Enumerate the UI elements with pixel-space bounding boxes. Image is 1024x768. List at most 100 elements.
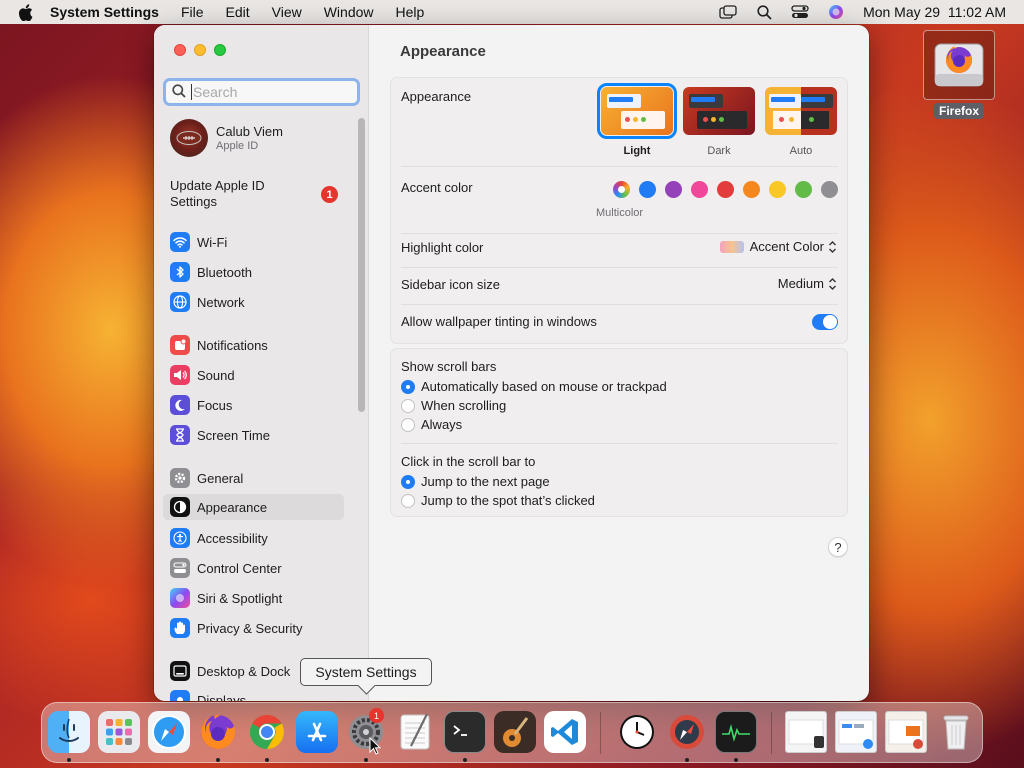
sidebar-item-label: Appearance xyxy=(197,499,268,515)
menu-file[interactable]: File xyxy=(181,4,204,20)
menu-view[interactable]: View xyxy=(272,4,302,20)
sidebar-item-appearance[interactable]: Appearance xyxy=(163,494,344,520)
sidebar-item-label: Focus xyxy=(197,397,233,413)
dock-recent-window-2[interactable] xyxy=(835,711,877,753)
radio-button[interactable] xyxy=(401,474,415,489)
dock-safari-icon[interactable] xyxy=(148,711,190,753)
dock-recent-window-1[interactable] xyxy=(785,711,827,753)
radio-scroll-when-scrolling[interactable]: When scrolling xyxy=(401,398,506,413)
dock-finder-icon[interactable] xyxy=(48,711,90,753)
dock-vscode-icon[interactable] xyxy=(544,711,586,753)
sidebar-item-network[interactable]: Network xyxy=(163,289,344,315)
radio-button[interactable] xyxy=(401,417,415,432)
highlight-color-value: Accent Color xyxy=(749,239,824,254)
sidebar-item-focus[interactable]: Focus xyxy=(163,392,344,418)
sidebar-item-control-center[interactable]: Control Center xyxy=(163,555,344,581)
minimize-window-button[interactable] xyxy=(194,44,206,56)
dock-separator xyxy=(600,712,601,754)
dock-chrome-icon[interactable] xyxy=(246,711,288,753)
dock: 1 xyxy=(41,702,983,763)
divider xyxy=(401,304,838,305)
menu-help[interactable]: Help xyxy=(396,4,425,20)
desktop-firefox-drive[interactable]: Firefox xyxy=(923,30,995,119)
wallpaper-tinting-toggle[interactable] xyxy=(812,314,838,330)
menu-bar-clock[interactable]: Mon May 29 11:02 AM xyxy=(863,4,1006,20)
radio-jump-spot-clicked[interactable]: Jump to the spot that’s clicked xyxy=(401,493,595,508)
spotlight-search-icon[interactable] xyxy=(755,4,773,20)
sidebar-item-displays[interactable]: Displays xyxy=(163,687,344,701)
dock-tooltip: System Settings xyxy=(300,658,432,686)
accent-selected-name: Multicolor xyxy=(596,207,644,219)
appearance-option-dark[interactable]: Dark xyxy=(683,87,755,157)
menu-edit[interactable]: Edit xyxy=(226,4,250,20)
zoom-window-button[interactable] xyxy=(214,44,226,56)
menu-app-name[interactable]: System Settings xyxy=(50,4,159,20)
sidebar-item-label: Displays xyxy=(197,692,247,702)
accent-purple[interactable] xyxy=(665,181,682,198)
dock-terminal-icon[interactable] xyxy=(444,711,486,753)
menu-window[interactable]: Window xyxy=(324,4,374,20)
dock-garageband-icon[interactable] xyxy=(494,711,536,753)
dock-running-indicator xyxy=(463,758,467,762)
sidebar-item-bluetooth[interactable]: Bluetooth xyxy=(163,259,344,285)
appearance-icon xyxy=(170,497,190,517)
dock-trash-icon[interactable] xyxy=(935,711,977,753)
sidebar-item-notifications[interactable]: Notifications xyxy=(163,332,344,358)
highlight-color-popup[interactable]: Accent Color xyxy=(719,239,837,254)
dock-running-indicator xyxy=(216,758,220,762)
accent-red[interactable] xyxy=(717,181,734,198)
accent-orange[interactable] xyxy=(743,181,760,198)
apple-menu-icon[interactable] xyxy=(18,3,34,21)
hourglass-icon xyxy=(170,425,190,445)
avatar xyxy=(170,119,208,157)
profile-subtitle: Apple ID xyxy=(216,140,259,152)
light-mode-preview xyxy=(597,83,677,139)
accent-pink[interactable] xyxy=(691,181,708,198)
sidebar-item-accessibility[interactable]: Accessibility xyxy=(163,525,344,551)
radio-button[interactable] xyxy=(401,493,415,508)
appearance-option-light[interactable]: Light xyxy=(597,83,677,157)
sidebar-scrollbar[interactable] xyxy=(358,118,365,412)
help-button[interactable]: ? xyxy=(828,537,848,557)
accent-green[interactable] xyxy=(795,181,812,198)
apple-id-profile[interactable]: Calub Viem Apple ID xyxy=(170,119,283,157)
sidebar-item-privacy-security[interactable]: Privacy & Security xyxy=(163,615,344,641)
sidebar-item-screen-time[interactable]: Screen Time xyxy=(163,422,344,448)
accent-multicolor[interactable] xyxy=(613,181,630,198)
sidebar-item-siri-spotlight[interactable]: Siri & Spotlight xyxy=(163,585,344,611)
radio-scroll-always[interactable]: Always xyxy=(401,417,462,432)
radio-jump-next-page[interactable]: Jump to the next page xyxy=(401,474,550,489)
dock-activity-monitor-icon[interactable] xyxy=(715,711,757,753)
wallpaper-tinting-label: Allow wallpaper tinting in windows xyxy=(401,314,597,329)
sidebar-item-wifi[interactable]: Wi-Fi xyxy=(163,229,344,255)
screen-mirroring-icon[interactable] xyxy=(719,4,737,20)
sidebar-item-sound[interactable]: Sound xyxy=(163,362,344,388)
siri-icon[interactable] xyxy=(827,4,845,20)
sidebar-icon-size-label: Sidebar icon size xyxy=(401,277,500,292)
sidebar-search[interactable] xyxy=(163,78,360,106)
dock-firefox-icon[interactable] xyxy=(197,711,239,753)
control-center-icon[interactable] xyxy=(791,4,809,20)
radio-button[interactable] xyxy=(401,379,415,394)
dock-textedit-icon[interactable] xyxy=(394,711,436,753)
accent-blue[interactable] xyxy=(639,181,656,198)
appearance-option-auto[interactable]: Auto xyxy=(765,87,837,157)
accent-yellow[interactable] xyxy=(769,181,786,198)
sidebar-item-general[interactable]: General xyxy=(163,465,344,491)
radio-label: Always xyxy=(421,417,463,432)
update-apple-id-item[interactable]: Update Apple ID Settings 1 xyxy=(170,178,340,210)
radio-button[interactable] xyxy=(401,398,415,413)
dock-compass-icon[interactable] xyxy=(666,711,708,753)
dock-recent-window-3[interactable] xyxy=(885,711,927,753)
search-input[interactable] xyxy=(191,84,351,100)
radio-scroll-automatic[interactable]: Automatically based on mouse or trackpad xyxy=(401,379,667,394)
sidebar-item-label: Desktop & Dock xyxy=(197,663,291,679)
dock-clock-icon[interactable] xyxy=(616,711,658,753)
sidebar-icon-size-popup[interactable]: Medium xyxy=(778,276,837,291)
system-settings-window: Calub Viem Apple ID Update Apple ID Sett… xyxy=(154,25,869,701)
dock-launchpad-icon[interactable] xyxy=(98,711,140,753)
firefox-drive-icon xyxy=(923,30,995,100)
accent-graphite[interactable] xyxy=(821,181,838,198)
dock-app-store-icon[interactable] xyxy=(296,711,338,753)
close-window-button[interactable] xyxy=(174,44,186,56)
